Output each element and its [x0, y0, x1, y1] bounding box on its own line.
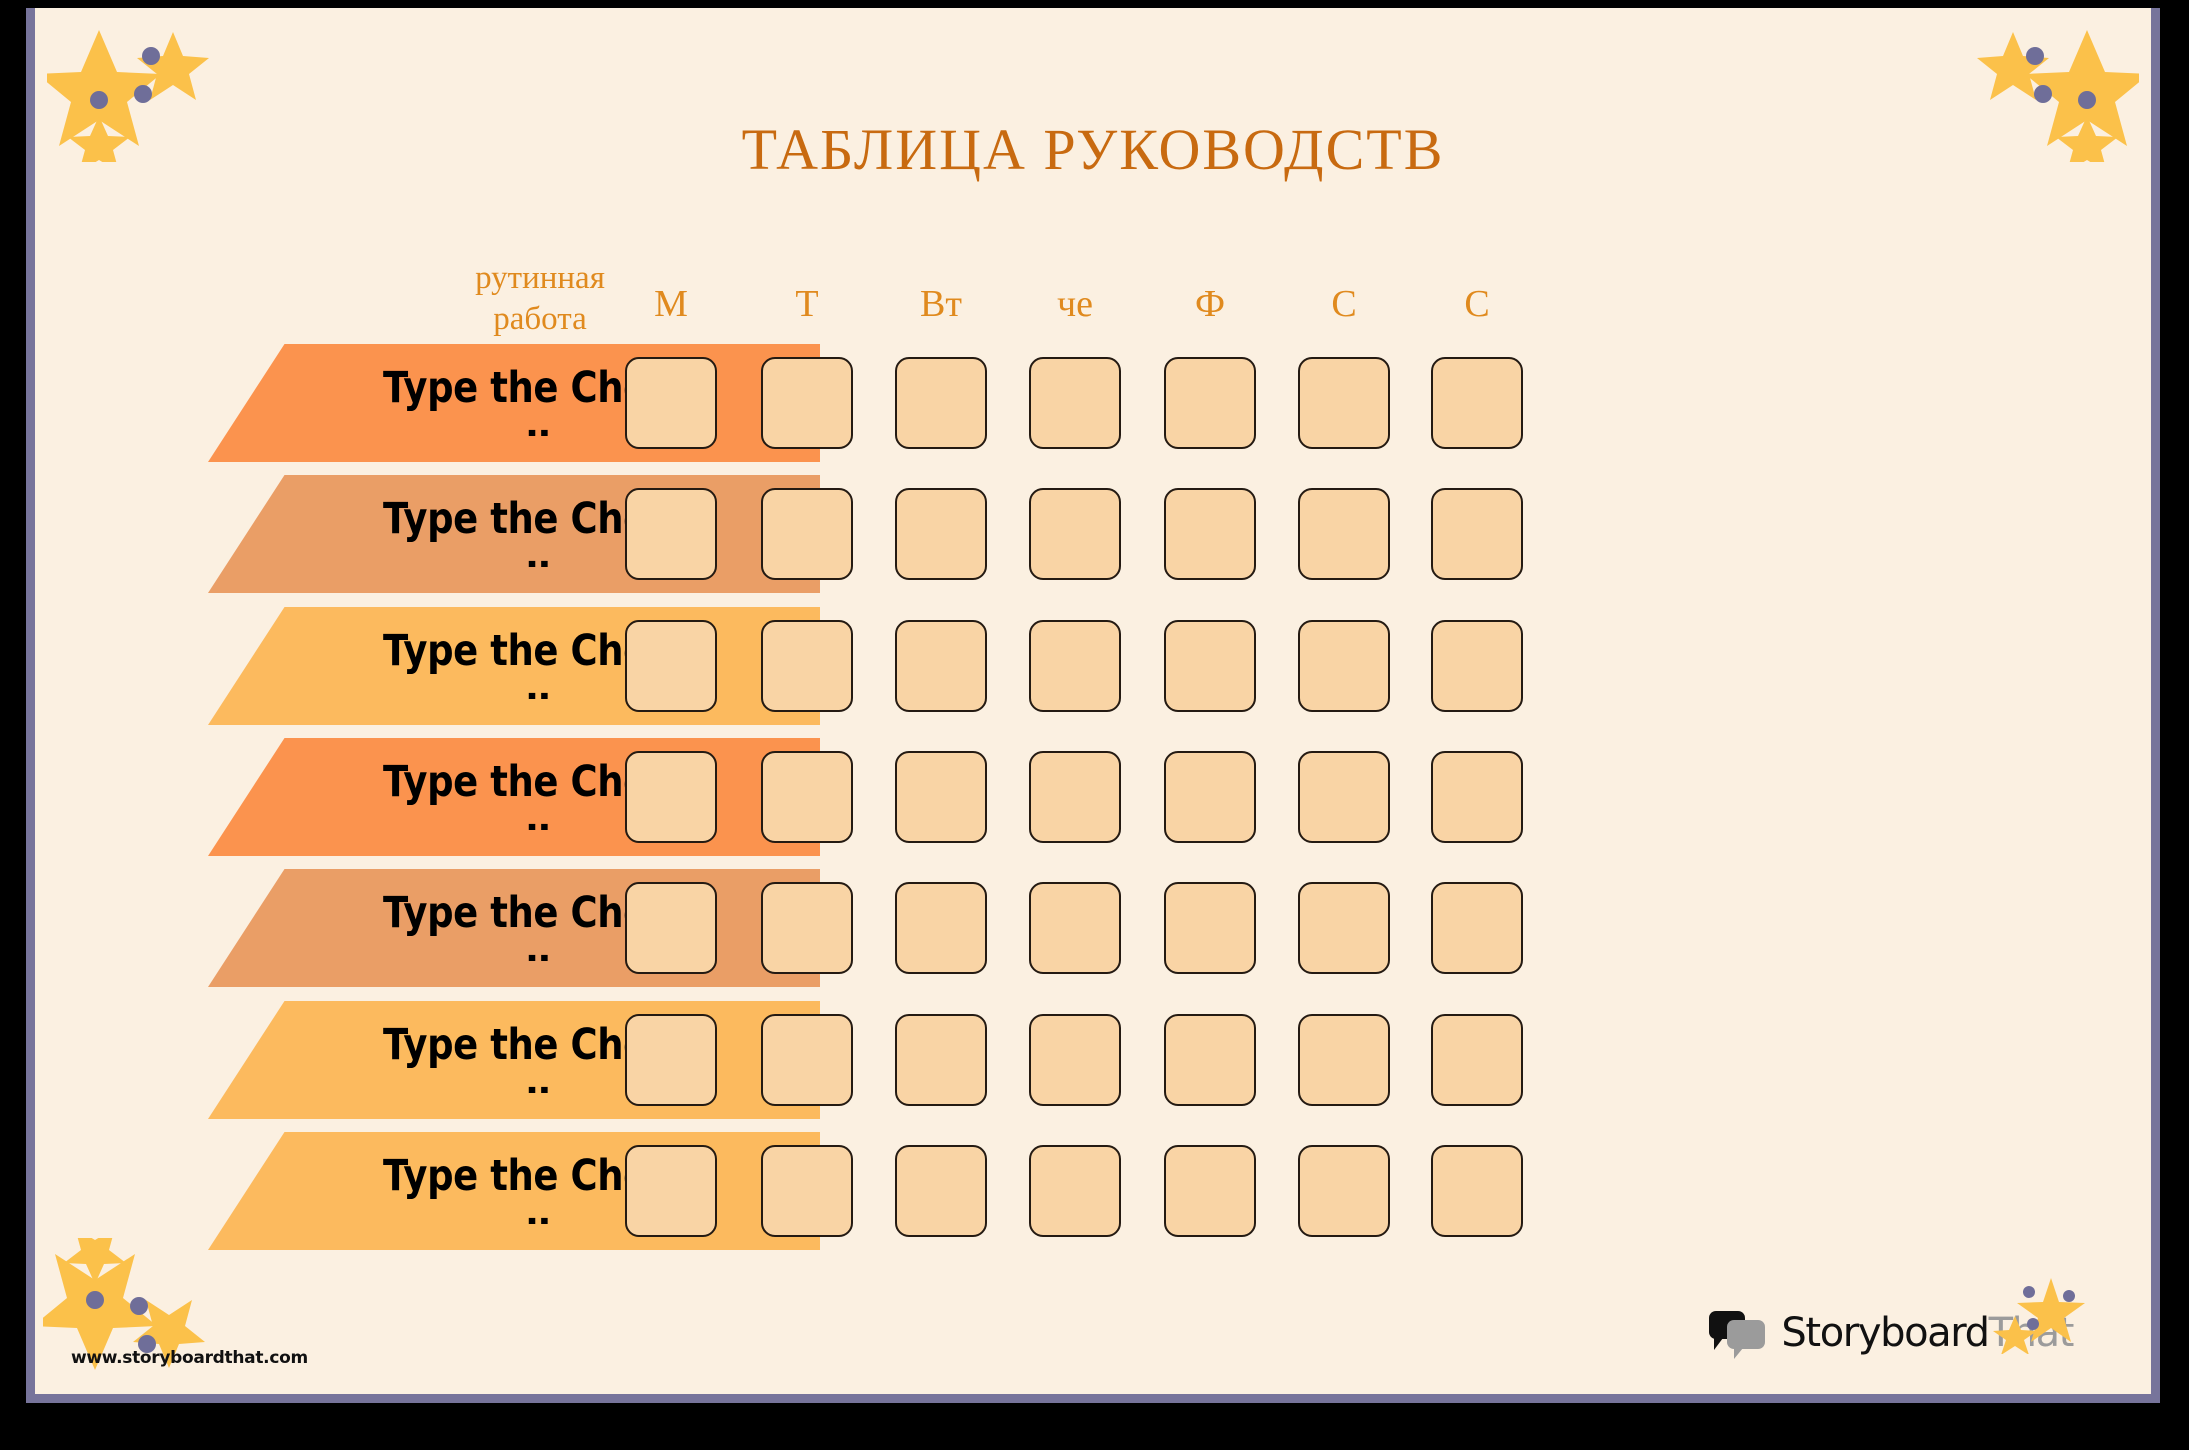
checkbox-r4-c2[interactable] [761, 751, 853, 843]
chore-banner-2[interactable]: Type the Chore.. [208, 475, 820, 593]
checkbox-r2-c7[interactable] [1431, 488, 1523, 580]
checkbox-r6-c5[interactable] [1164, 1014, 1256, 1106]
chore-banner-shape [208, 869, 820, 987]
day-header-1: М [654, 283, 688, 325]
checkbox-r6-c6[interactable] [1298, 1014, 1390, 1106]
checkbox-r7-c7[interactable] [1431, 1145, 1523, 1237]
checkbox-r2-c5[interactable] [1164, 488, 1256, 580]
checkbox-r3-c2[interactable] [761, 620, 853, 712]
checkbox-r4-c4[interactable] [1029, 751, 1121, 843]
checkbox-r1-c7[interactable] [1431, 357, 1523, 449]
storyboardthat-logo: StoryboardThat [1709, 1278, 2085, 1359]
checkbox-r3-c3[interactable] [895, 620, 987, 712]
checkbox-r6-c4[interactable] [1029, 1014, 1121, 1106]
checkbox-r3-c6[interactable] [1298, 620, 1390, 712]
checkbox-r3-c4[interactable] [1029, 620, 1121, 712]
checkbox-r5-c6[interactable] [1298, 882, 1390, 974]
checkbox-r4-c1[interactable] [625, 751, 717, 843]
checkbox-r5-c1[interactable] [625, 882, 717, 974]
checkbox-r1-c5[interactable] [1164, 357, 1256, 449]
checkbox-r5-c3[interactable] [895, 882, 987, 974]
checkbox-r7-c5[interactable] [1164, 1145, 1256, 1237]
chore-banner-4[interactable]: Type the Chore.. [208, 738, 820, 856]
checkbox-r7-c1[interactable] [625, 1145, 717, 1237]
checkbox-r3-c1[interactable] [625, 620, 717, 712]
logo-word-that: That [1988, 1310, 2075, 1356]
checkbox-r3-c7[interactable] [1431, 620, 1523, 712]
checkbox-r5-c4[interactable] [1029, 882, 1121, 974]
chore-banner-shape [208, 1132, 820, 1250]
day-header-6: С [1331, 283, 1357, 325]
logo-word-storyboard: Storyboard [1781, 1310, 1990, 1356]
checkbox-r2-c6[interactable] [1298, 488, 1390, 580]
checkbox-r1-c6[interactable] [1298, 357, 1390, 449]
checkbox-r7-c4[interactable] [1029, 1145, 1121, 1237]
checkbox-r5-c2[interactable] [761, 882, 853, 974]
checkbox-r4-c7[interactable] [1431, 751, 1523, 843]
chore-banner-6[interactable]: Type the Chore.. [208, 1001, 820, 1119]
poster-canvas: ТАБЛИЦА РУКОВОДСТВ рутинная работа М Т Вт ч… [0, 0, 2189, 1450]
checkbox-r2-c2[interactable] [761, 488, 853, 580]
checkbox-r1-c4[interactable] [1029, 357, 1121, 449]
chore-banner-5[interactable]: Type the Chore.. [208, 869, 820, 987]
day-header-3: Вт [920, 283, 962, 325]
chore-banner-shape [208, 607, 820, 725]
chore-banner-shape [208, 344, 820, 462]
checkbox-r6-c1[interactable] [625, 1014, 717, 1106]
chore-banner-3[interactable]: Type the Chore.. [208, 607, 820, 725]
checkbox-r2-c4[interactable] [1029, 488, 1121, 580]
checkbox-r6-c2[interactable] [761, 1014, 853, 1106]
checkbox-r5-c7[interactable] [1431, 882, 1523, 974]
day-header-2: Т [795, 283, 819, 325]
chore-banner-shape [208, 475, 820, 593]
speech-bubble-icon [1709, 1311, 1767, 1359]
watermark-url: www.storyboardthat.com [71, 1348, 308, 1368]
checkbox-r7-c2[interactable] [761, 1145, 853, 1237]
chore-banner-shape [208, 738, 820, 856]
checkbox-r2-c3[interactable] [895, 488, 987, 580]
chore-banner-1[interactable]: Type the Chore.. [208, 344, 820, 462]
poster-frame: ТАБЛИЦА РУКОВОДСТВ рутинная работа М Т Вт ч… [26, 8, 2160, 1403]
checkbox-r2-c1[interactable] [625, 488, 717, 580]
checkbox-r1-c2[interactable] [761, 357, 853, 449]
checkbox-r4-c5[interactable] [1164, 751, 1256, 843]
checkbox-r5-c5[interactable] [1164, 882, 1256, 974]
chore-banner-shape [208, 1001, 820, 1119]
logo-wordmark: StoryboardThat [1781, 1310, 2075, 1356]
chore-banner-7[interactable]: Type the Chore.. [208, 1132, 820, 1250]
page-title: ТАБЛИЦА РУКОВОДСТВ [741, 117, 1445, 182]
checkbox-r7-c3[interactable] [895, 1145, 987, 1237]
checkbox-r1-c3[interactable] [895, 357, 987, 449]
day-header-4: че [1057, 283, 1093, 325]
checkbox-r6-c7[interactable] [1431, 1014, 1523, 1106]
checkbox-r1-c1[interactable] [625, 357, 717, 449]
checkbox-r6-c3[interactable] [895, 1014, 987, 1106]
checkbox-r4-c6[interactable] [1298, 751, 1390, 843]
checkbox-r4-c3[interactable] [895, 751, 987, 843]
day-header-5: Ф [1194, 283, 1226, 325]
checkbox-r7-c6[interactable] [1298, 1145, 1390, 1237]
checkbox-r3-c5[interactable] [1164, 620, 1256, 712]
day-header-7: С [1464, 283, 1490, 325]
